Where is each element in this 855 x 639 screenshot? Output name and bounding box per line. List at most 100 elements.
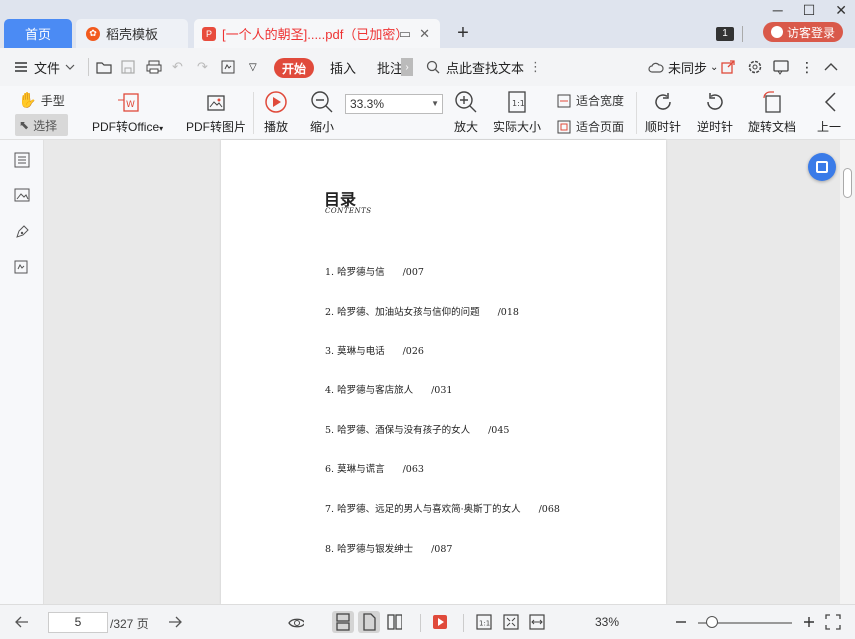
print-icon[interactable] bbox=[146, 48, 162, 86]
svg-text:1:1: 1:1 bbox=[479, 620, 490, 628]
tab-document-title: [一个人的朝圣].....pdf（已加密） bbox=[222, 27, 409, 42]
cursor-arrow-icon: ⬉ bbox=[19, 118, 30, 132]
sync-status-button[interactable]: 未同步 ⌄ bbox=[648, 48, 718, 86]
single-page-view-button[interactable] bbox=[358, 611, 380, 633]
previous-page-button[interactable]: 上一 bbox=[817, 90, 841, 135]
more-dropdown-icon[interactable]: ▽ bbox=[249, 48, 257, 86]
fit-width-icon[interactable] bbox=[529, 614, 545, 630]
file-menu[interactable]: 文件 bbox=[14, 48, 75, 86]
actual-size-button[interactable]: 1:1 实际大小 bbox=[493, 90, 541, 135]
tab-home[interactable]: 首页 bbox=[4, 19, 72, 48]
pen-annotation-icon[interactable] bbox=[14, 224, 30, 240]
zoom-in-button[interactable]: 放大 bbox=[454, 90, 478, 135]
zoom-slider[interactable] bbox=[698, 616, 792, 628]
pdf-to-image-button[interactable]: PDF转图片 bbox=[186, 90, 246, 135]
find-text-label: 点此查找文本 bbox=[446, 60, 525, 76]
toc-entry: 8. 哈罗德与银发绅士/087 bbox=[325, 541, 452, 555]
divider bbox=[88, 58, 89, 76]
more-menu-icon[interactable]: ⋮ bbox=[800, 48, 814, 86]
close-window-icon[interactable]: ✕ bbox=[835, 2, 847, 19]
actual-size-icon[interactable]: 1:1 bbox=[476, 614, 492, 630]
fit-page-icon[interactable] bbox=[503, 614, 519, 630]
rotate-clockwise-label: 顺时针 bbox=[645, 120, 682, 134]
toc-entry-title: 6. 莫琳与谎言 bbox=[325, 464, 385, 475]
continuous-view-button[interactable] bbox=[332, 611, 354, 633]
undo-icon[interactable]: ↶ bbox=[172, 48, 183, 86]
tab-window-icon[interactable]: ▭ bbox=[399, 26, 411, 42]
scroll-tabs-right-icon[interactable]: › bbox=[401, 58, 413, 76]
toc-entry-title: 3. 莫琳与电话 bbox=[325, 346, 385, 357]
minimize-icon[interactable]: ─ bbox=[773, 2, 783, 19]
eye-icon[interactable] bbox=[288, 614, 304, 630]
share-icon[interactable] bbox=[721, 48, 735, 86]
fit-page-icon bbox=[557, 120, 571, 133]
collapse-ribbon-icon[interactable] bbox=[824, 48, 838, 86]
toc-entry: 6. 莫琳与谎言/063 bbox=[325, 461, 424, 475]
play-button[interactable]: 播放 bbox=[264, 90, 288, 135]
fit-width-icon bbox=[557, 94, 571, 107]
minus-icon[interactable] bbox=[674, 614, 690, 630]
redo-icon[interactable]: ↷ bbox=[197, 48, 208, 86]
tab-insert[interactable]: 插入 bbox=[330, 48, 356, 86]
zoom-level-select[interactable]: 33.3% ▼ bbox=[345, 94, 443, 114]
chevron-down-icon: ▼ bbox=[431, 99, 439, 108]
new-tab-button[interactable]: + bbox=[452, 19, 474, 48]
comment-icon[interactable] bbox=[773, 48, 789, 86]
rotate-document-button[interactable]: 旋转文档 bbox=[748, 90, 796, 135]
arrow-left-icon[interactable] bbox=[14, 614, 30, 630]
zoom-percentage[interactable]: 33% bbox=[595, 615, 619, 629]
maximize-icon[interactable]: ☐ bbox=[803, 2, 816, 19]
select-tool-button[interactable]: ⬉ 选择 bbox=[15, 114, 68, 136]
zoom-out-button[interactable]: 缩小 bbox=[310, 90, 334, 135]
play-label: 播放 bbox=[264, 120, 289, 134]
tab-document[interactable]: P [一个人的朝圣].....pdf（已加密） ▭ ✕ bbox=[194, 19, 440, 48]
zoom-slider-handle[interactable] bbox=[706, 616, 718, 628]
slideshow-play-icon[interactable] bbox=[432, 614, 448, 630]
hand-tool-button[interactable]: ✋ 手型 bbox=[18, 91, 65, 109]
floating-tools-button[interactable] bbox=[808, 153, 836, 181]
arrow-right-icon[interactable] bbox=[167, 614, 183, 630]
select-tool-label: 选择 bbox=[33, 118, 58, 133]
tab-annotate[interactable]: 批注 bbox=[377, 48, 403, 86]
tab-daoke-templates[interactable]: ✿ 稻壳模板 bbox=[76, 19, 188, 48]
fit-page-button[interactable]: 适合页面 bbox=[557, 118, 624, 135]
divider bbox=[463, 614, 464, 632]
plus-icon[interactable] bbox=[802, 614, 818, 630]
chevron-down-icon: ⌄ bbox=[710, 61, 719, 73]
chevron-down-icon bbox=[65, 64, 75, 70]
rotate-counterclockwise-label: 逆时针 bbox=[697, 120, 734, 134]
save-icon[interactable] bbox=[121, 48, 135, 86]
toc-entry: 4. 哈罗德与客店旅人/031 bbox=[325, 382, 452, 396]
thumbnail-image-icon[interactable] bbox=[14, 187, 30, 203]
pdf-to-office-button[interactable]: W PDF转Office▾ bbox=[92, 90, 163, 135]
fit-width-button[interactable]: 适合宽度 bbox=[557, 92, 624, 109]
window-count-badge[interactable]: 1 bbox=[716, 27, 734, 41]
toc-entry-page: /026 bbox=[402, 346, 424, 357]
tab-close-icon[interactable]: ✕ bbox=[419, 26, 430, 42]
ribbon-toolbar: ✋ 手型 ⬉ 选择 W PDF转Office▾ PDF转图片 播放 缩小 33.… bbox=[0, 86, 855, 140]
outline-list-icon[interactable] bbox=[14, 152, 30, 168]
page-number-input[interactable]: 5 bbox=[48, 612, 108, 633]
actual-size-label: 实际大小 bbox=[493, 120, 542, 134]
toc-entry-page: /045 bbox=[488, 425, 510, 436]
find-text-button[interactable]: 点此查找文本 ⋮ bbox=[426, 48, 542, 86]
zoom-out-label: 缩小 bbox=[310, 120, 335, 134]
zoom-in-label: 放大 bbox=[454, 120, 479, 134]
tab-daoke-label: 稻壳模板 bbox=[106, 27, 159, 42]
scrollbar-thumb[interactable] bbox=[843, 168, 852, 198]
rotate-counterclockwise-button[interactable]: 逆时针 bbox=[697, 90, 733, 135]
export-icon[interactable] bbox=[221, 48, 237, 86]
two-page-view-icon[interactable] bbox=[386, 614, 402, 630]
rotate-clockwise-button[interactable]: 顺时针 bbox=[645, 90, 681, 135]
tab-start[interactable]: 开始 bbox=[274, 58, 314, 78]
previous-page-label: 上一 bbox=[817, 120, 842, 134]
open-folder-icon[interactable] bbox=[96, 48, 112, 86]
vertical-scrollbar[interactable] bbox=[840, 140, 855, 604]
export-image-icon[interactable] bbox=[14, 259, 30, 275]
settings-gear-icon[interactable] bbox=[747, 48, 763, 86]
total-pages: /327 页 bbox=[110, 617, 149, 631]
fullscreen-icon[interactable] bbox=[825, 614, 841, 630]
pdf-to-image-label: PDF转图片 bbox=[186, 120, 247, 134]
more-vertical-icon: ⋮ bbox=[529, 59, 543, 74]
guest-login-button[interactable]: 访客登录 bbox=[763, 22, 843, 42]
